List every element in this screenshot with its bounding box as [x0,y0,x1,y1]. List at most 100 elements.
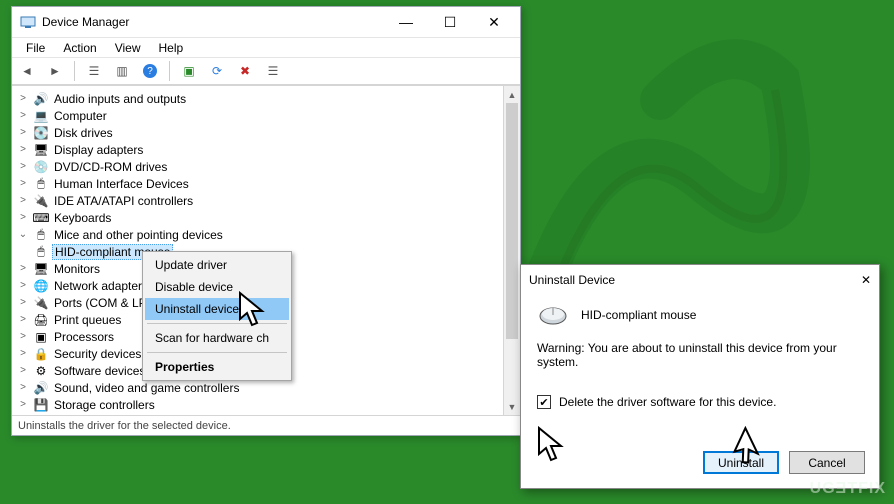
device-category-icon: ⚙ [33,363,49,379]
properties-icon[interactable]: ☰ [262,60,284,82]
expand-icon[interactable]: > [16,144,30,155]
dialog-titlebar[interactable]: Uninstall Device ✕ [521,265,879,295]
status-text: Uninstalls the driver for the selected d… [18,420,231,432]
context-menu-item[interactable]: Scan for hardware ch [145,327,289,349]
tree-node-label: Human Interface Devices [52,177,191,191]
warning-text: Warning: You are about to uninstall this… [537,341,863,369]
context-menu-item[interactable]: Properties [145,356,289,378]
titlebar[interactable]: Device Manager — ☐ ✕ [12,7,520,37]
menu-action[interactable]: Action [55,40,104,56]
uninstall-dialog: Uninstall Device ✕ HID-compliant mouse W… [520,264,880,489]
scrollbar[interactable]: ▲ ▼ [503,86,520,415]
device-category-icon: 💽 [33,125,49,141]
checkbox-icon[interactable]: ✔ [537,395,551,409]
device-category-icon: 🖱 [33,227,49,243]
scroll-thumb[interactable] [506,103,518,339]
minimize-button[interactable]: — [384,7,428,37]
tree-node[interactable]: >💽Disk drives [16,124,503,141]
tree-node-label: Print queues [52,313,123,327]
tree-node[interactable]: >🖥Display adapters [16,141,503,158]
menu-help[interactable]: Help [151,40,192,56]
details-icon[interactable]: ▥ [111,60,133,82]
dialog-close-button[interactable]: ✕ [861,273,871,287]
tree-node-label: Display adapters [52,143,145,157]
device-category-icon: 💿 [33,159,49,175]
tree-node[interactable]: >🔊Audio inputs and outputs [16,90,503,107]
tree-node-label: Keyboards [52,211,113,225]
context-menu-item[interactable]: Disable device [145,276,289,298]
menubar: File Action View Help [12,37,520,57]
menu-separator [147,323,287,324]
expand-icon[interactable]: > [16,110,30,121]
help-icon[interactable]: ? [139,60,161,82]
device-category-icon: 🔊 [33,380,49,396]
device-category-icon: 💾 [33,397,49,413]
tree-node-label: Sound, video and game controllers [52,381,241,395]
expand-icon[interactable]: > [16,382,30,393]
cancel-button[interactable]: Cancel [789,451,865,474]
expand-icon[interactable]: > [16,263,30,274]
forward-icon[interactable]: ► [44,60,66,82]
back-icon[interactable]: ◄ [16,60,38,82]
tree-node[interactable]: >🔊Sound, video and game controllers [16,379,503,396]
expand-icon[interactable]: > [16,195,30,206]
delete-driver-checkbox[interactable]: ✔ Delete the driver software for this de… [537,395,863,409]
device-name: HID-compliant mouse [581,308,696,322]
tree-node-label: Processors [52,330,116,344]
device-category-icon: 🔌 [33,193,49,209]
uninstall-icon[interactable]: ✖ [234,60,256,82]
device-category-icon: 💻 [33,414,49,416]
context-menu-item[interactable]: Uninstall device [145,298,289,320]
tree-node[interactable]: >⌨Keyboards [16,209,503,226]
tree-node-label: Disk drives [52,126,115,140]
scan-icon[interactable]: ⟳ [206,60,228,82]
tree-node-label: System devices [52,415,140,416]
uninstall-button[interactable]: Uninstall [703,451,779,474]
expand-icon[interactable]: > [16,127,30,138]
tree-node[interactable]: >💿DVD/CD-ROM drives [16,158,503,175]
window-title: Device Manager [42,15,384,29]
collapse-icon[interactable]: ⌄ [16,229,30,240]
device-category-icon: 💻 [33,108,49,124]
device-category-icon: 🔌 [33,295,49,311]
expand-icon[interactable]: > [16,331,30,342]
expand-icon[interactable]: > [16,161,30,172]
expand-icon[interactable]: > [16,348,30,359]
expand-icon[interactable]: > [16,297,30,308]
expand-icon[interactable]: > [16,178,30,189]
close-button[interactable]: ✕ [472,7,516,37]
separator [74,61,75,81]
tree-node[interactable]: >💻Computer [16,107,503,124]
menu-file[interactable]: File [18,40,53,56]
context-menu: Update driverDisable deviceUninstall dev… [142,251,292,381]
show-hidden-icon[interactable]: ☰ [83,60,105,82]
tree-node[interactable]: >💻System devices [16,413,503,415]
device-category-icon: 🖱 [33,176,49,192]
tree-node-label: DVD/CD-ROM drives [52,160,169,174]
expand-icon[interactable]: > [16,314,30,325]
expand-icon[interactable]: > [16,212,30,223]
toolbar: ◄ ► ☰ ▥ ? ▣ ⟳ ✖ ☰ [12,57,520,85]
tree-node[interactable]: >💾Storage controllers [16,396,503,413]
update-driver-icon[interactable]: ▣ [178,60,200,82]
expand-icon[interactable]: > [16,365,30,376]
tree-node-label: Computer [52,109,109,123]
expand-icon[interactable]: > [16,93,30,104]
tree-node-label: Network adapters [52,279,150,293]
tree-node-label: Security devices [52,347,143,361]
maximize-button[interactable]: ☐ [428,7,472,37]
context-menu-item[interactable]: Update driver [145,254,289,276]
tree-node[interactable]: >🔌IDE ATA/ATAPI controllers [16,192,503,209]
tree-node-label: Storage controllers [52,398,157,412]
tree-node[interactable]: ⌄🖱Mice and other pointing devices [16,226,503,243]
tree-node-label: Software devices [52,364,147,378]
app-icon [20,14,36,30]
device-category-icon: ▣ [33,329,49,345]
tree-node[interactable]: >🖱Human Interface Devices [16,175,503,192]
expand-icon[interactable]: > [16,399,30,410]
tree-node-label: Monitors [52,262,102,276]
scroll-up-icon[interactable]: ▲ [504,86,520,103]
scroll-down-icon[interactable]: ▼ [504,398,520,415]
menu-view[interactable]: View [107,40,149,56]
expand-icon[interactable]: > [16,280,30,291]
